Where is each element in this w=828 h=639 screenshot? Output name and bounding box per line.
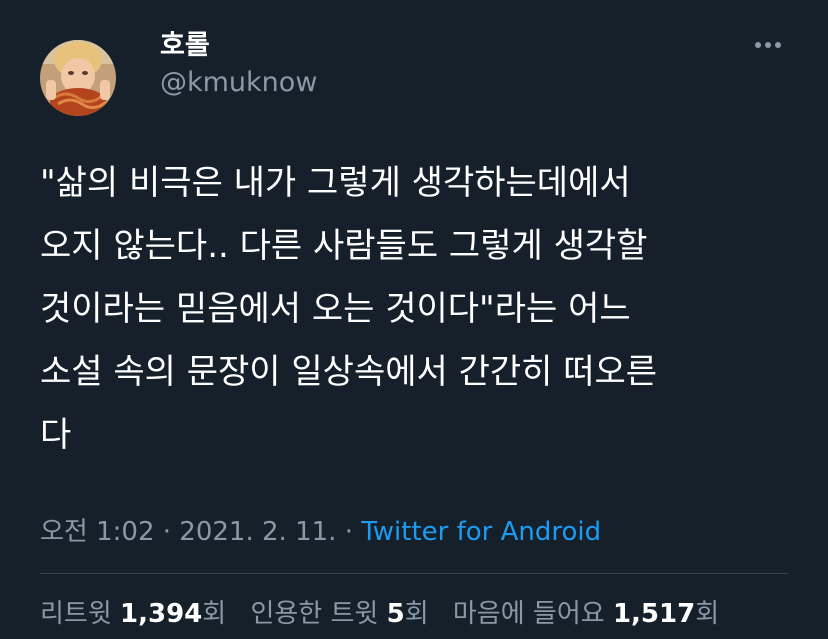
divider	[40, 573, 788, 574]
quotes-count: 5	[386, 599, 405, 629]
more-horizontal-icon	[755, 42, 781, 48]
retweets-count: 1,394	[120, 599, 203, 629]
tweet-date[interactable]: 2021. 2. 11.	[179, 517, 336, 547]
avatar-image	[40, 40, 116, 116]
author-handle[interactable]: @kmuknow	[160, 66, 317, 100]
likes-label: 마음에 들어요	[452, 599, 605, 629]
retweets-label: 리트윗	[40, 599, 112, 629]
quotes-label: 인용한 트윗	[250, 599, 379, 629]
tweet-text: "삶의 비극은 내가 그렇게 생각하는데에서 오지 않는다.. 다른 사람들도 …	[40, 152, 800, 467]
tweet-text-line: 오지 않는다.. 다른 사람들도 그렇게 생각할	[40, 226, 648, 266]
tweet-text-line: 다	[40, 415, 72, 455]
author-display-name[interactable]: 호롤	[160, 28, 210, 64]
tweet-detail: 호롤 @kmuknow "삶의 비극은 내가 그렇게 생각하는데에서 오지 않는…	[0, 0, 828, 639]
likes-unit: 회	[695, 599, 720, 629]
retweets-stat[interactable]: 리트윗 1,394회	[40, 599, 226, 629]
tweet-text-line: 것이라는 믿음에서 오는 것이다"라는 어느	[40, 289, 631, 329]
tweet-time[interactable]: 오전 1:02	[40, 517, 155, 547]
meta-separator: ·	[162, 517, 172, 547]
tweet-text-line: 소설 속의 문장이 일상속에서 간간히 떠오른	[40, 352, 658, 392]
tweet-source-link[interactable]: Twitter for Android	[361, 517, 601, 547]
tweet-text-line: "삶의 비극은 내가 그렇게 생각하는데에서	[40, 163, 631, 203]
tweet-metadata: 오전 1:02 · 2021. 2. 11. · Twitter for And…	[40, 514, 601, 550]
quotes-stat[interactable]: 인용한 트윗 5회	[250, 599, 428, 629]
more-options-button[interactable]	[748, 30, 792, 60]
tweet-stats: 리트윗 1,394회 인용한 트윗 5회 마음에 들어요 1,517회	[40, 596, 735, 632]
quotes-unit: 회	[404, 599, 429, 629]
likes-count: 1,517	[612, 599, 696, 629]
avatar[interactable]	[40, 40, 116, 116]
retweets-unit: 회	[202, 599, 227, 629]
likes-stat[interactable]: 마음에 들어요 1,517회	[453, 599, 719, 629]
meta-separator: ·	[344, 517, 353, 547]
